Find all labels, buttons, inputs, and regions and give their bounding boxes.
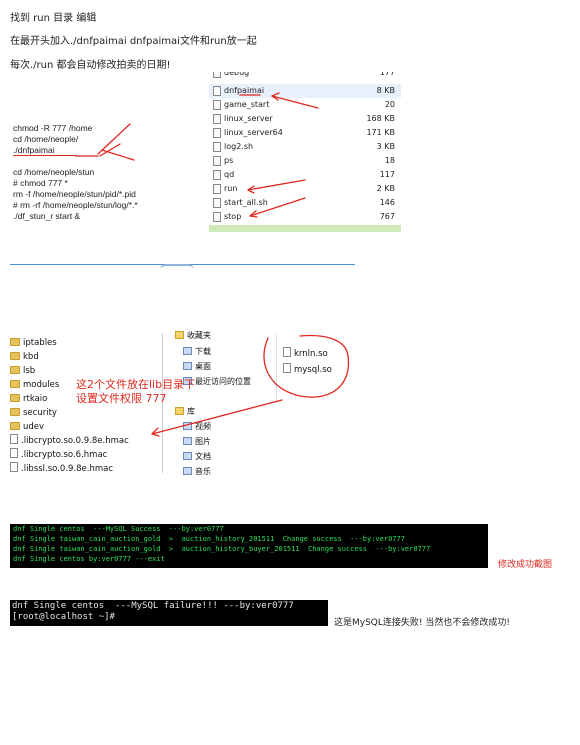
red-circle — [263, 334, 350, 398]
red-arrow — [271, 95, 319, 109]
terminal-line: dnf Single centos ---MySQL Success ---by… — [13, 525, 224, 533]
success-caption: 修改成功截图 — [498, 560, 553, 570]
red-arrow — [247, 179, 306, 191]
red-stroke — [101, 149, 135, 161]
red-arrow — [151, 399, 283, 435]
terminal-success-output: dnf Single centos ---MySQL Success ---by… — [10, 524, 488, 568]
terminal-line: dnf Single centos by:ver0777 ---exit — [13, 555, 165, 563]
red-arrow — [249, 197, 306, 217]
red-stroke — [97, 123, 131, 155]
terminal-failure-output: dnf Single centos ---MySQL failure!!! --… — [10, 600, 328, 626]
terminal-line: dnf Single taiwan_cain_auction_gold > au… — [13, 545, 431, 553]
terminal-line: [root@localhost ~]# — [12, 612, 115, 622]
terminal-line: dnf Single taiwan_cain_auction_gold > au… — [13, 535, 405, 543]
annotation-overlay — [75, 92, 350, 437]
terminal-line: dnf Single centos ---MySQL failure!!! --… — [12, 601, 294, 611]
failure-caption: 这是MySQL连接失败! 当然也不会修改成功! — [334, 618, 510, 628]
